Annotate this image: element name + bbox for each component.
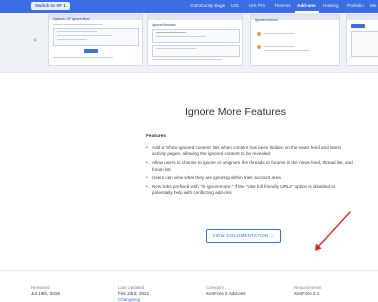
nav-add-ons[interactable]: Add-ons <box>297 3 316 8</box>
thumbnail-subtitle: Ignored forums <box>255 18 278 22</box>
thumbnail-title: Options, XF Ignore More <box>53 17 91 21</box>
gallery-thumbnail[interactable]: Ignored threads <box>147 14 243 66</box>
feature-item: New links prefixed with "/ir-ignoremore-… <box>146 184 356 197</box>
gallery-thumbnail[interactable] <box>346 14 378 66</box>
nav-portfolio[interactable]: Portfolio <box>347 3 364 8</box>
requirements-label: Requirements <box>294 285 322 290</box>
gallery-thumbnail[interactable]: Ignored forums <box>250 14 340 66</box>
category-value[interactable]: XenForo 2 Add-ons <box>206 291 246 296</box>
nav-uix[interactable]: UIX <box>231 3 239 8</box>
nav-uix-pro[interactable]: UIX Pro <box>249 3 265 8</box>
category-label: Category <box>206 285 224 290</box>
switch-version-button[interactable]: Switch to XF 1 <box>31 2 70 10</box>
feature-item: Users can view what they are ignoring wi… <box>146 175 356 182</box>
released-value: Jul 19th, 2019 <box>31 291 60 296</box>
feature-item: Add a 'Show ignored content' link when c… <box>146 145 356 158</box>
feature-item: Allow users to choose to ignore or unign… <box>146 160 356 173</box>
nav-hosting[interactable]: Hosting <box>323 3 339 8</box>
features-list: Add a 'Show ignored content' link when c… <box>146 145 356 199</box>
features-heading: Features <box>146 134 166 139</box>
nav-community-bugs[interactable]: Community Bugs <box>190 3 225 8</box>
released-label: Released <box>31 285 50 290</box>
requirements-value: XenForo 2.1 <box>294 291 320 296</box>
chevron-left-icon[interactable]: ‹ <box>34 35 37 45</box>
nav-me[interactable]: Me <box>370 3 376 8</box>
last-updated-label: Last Updated <box>118 285 145 290</box>
main-nav: Community Bugs UIX UIX Pro Themes Add-on… <box>185 0 378 13</box>
nav-themes[interactable]: Themes <box>274 3 291 8</box>
thumbnail-title: Ignored threads <box>152 23 176 27</box>
gallery-thumbnail[interactable]: Options, XF Ignore More <box>48 14 143 66</box>
section-title: Ignore More Features <box>185 106 286 118</box>
last-updated-value: Feb 23rd, 2021 <box>118 291 150 296</box>
top-nav-bar: Switch to XF 1 Community Bugs UIX UIX Pr… <box>0 0 378 13</box>
section-divider <box>0 72 378 73</box>
screenshot-gallery: ‹ Options, XF Ignore More Ignored thread… <box>0 13 378 72</box>
footer-divider <box>0 270 378 271</box>
view-documentation-button[interactable]: VIEW DOCUMENTATION → <box>206 229 281 243</box>
